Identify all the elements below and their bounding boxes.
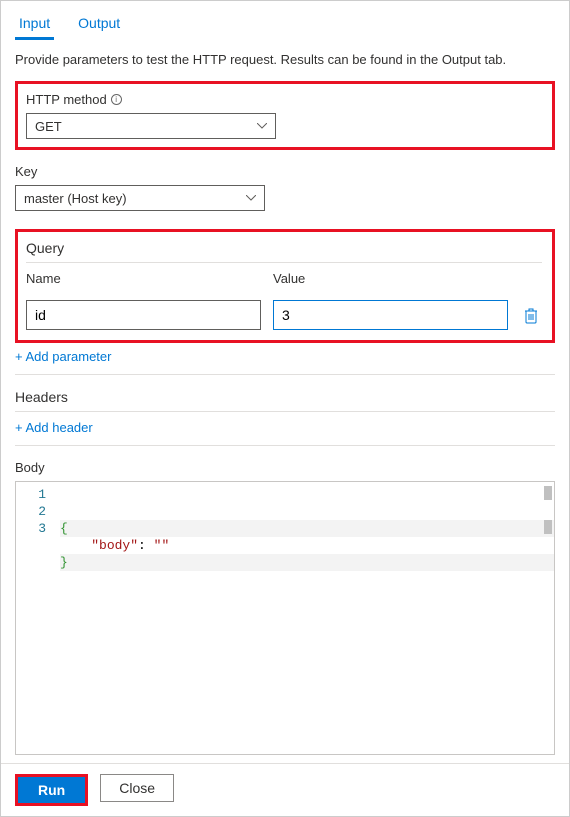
line-gutter: 1 2 3 — [16, 482, 60, 754]
chevron-down-icon — [246, 195, 256, 201]
tab-input[interactable]: Input — [15, 9, 54, 40]
line-number: 2 — [20, 503, 46, 520]
add-parameter-link[interactable]: + Add parameter — [15, 349, 111, 364]
http-method-value: GET — [35, 119, 62, 134]
headers-title: Headers — [15, 389, 555, 412]
key-value: master (Host key) — [24, 191, 127, 206]
divider — [15, 374, 555, 375]
divider — [15, 445, 555, 446]
code-value: "" — [154, 538, 170, 553]
tab-output[interactable]: Output — [74, 9, 124, 40]
code-brace: { — [60, 521, 68, 536]
query-name-col: Name — [26, 271, 261, 330]
trash-icon[interactable] — [524, 308, 538, 324]
code-brace: } — [60, 555, 68, 570]
info-icon[interactable]: i — [111, 94, 122, 105]
scroll-indicator — [544, 520, 552, 534]
http-method-highlight: HTTP method i GET — [15, 81, 555, 150]
run-button[interactable]: Run — [15, 774, 88, 806]
key-select[interactable]: master (Host key) — [15, 185, 265, 211]
key-section: Key master (Host key) — [15, 164, 555, 211]
query-value-col: Value — [273, 271, 508, 330]
query-highlight: Query Name Value — [15, 229, 555, 343]
body-title: Body — [15, 460, 555, 475]
http-method-label: HTTP method i — [26, 92, 544, 107]
query-title: Query — [26, 240, 542, 263]
http-method-label-text: HTTP method — [26, 92, 107, 107]
footer: Run Close — [1, 763, 569, 816]
code-key: "body" — [91, 538, 138, 553]
code-area[interactable]: { "body": "" } — [60, 482, 554, 754]
description-text: Provide parameters to test the HTTP requ… — [15, 52, 555, 67]
add-header-link[interactable]: + Add header — [15, 420, 93, 435]
body-editor[interactable]: 1 2 3 { "body": "" } — [15, 481, 555, 755]
chevron-down-icon — [257, 123, 267, 129]
tabs-bar: Input Output — [15, 9, 555, 40]
line-number: 3 — [20, 520, 46, 537]
close-button[interactable]: Close — [100, 774, 174, 802]
code-colon: : — [138, 538, 154, 553]
line-number: 1 — [20, 486, 46, 503]
key-label: Key — [15, 164, 555, 179]
query-value-input[interactable] — [273, 300, 508, 330]
query-value-label: Value — [273, 271, 508, 286]
http-method-select[interactable]: GET — [26, 113, 276, 139]
query-name-label: Name — [26, 271, 261, 286]
scroll-indicator — [544, 486, 552, 500]
query-name-input[interactable] — [26, 300, 261, 330]
http-method-section: HTTP method i GET — [26, 92, 544, 139]
query-delete-col — [520, 308, 542, 330]
query-row: Name Value — [26, 271, 542, 330]
